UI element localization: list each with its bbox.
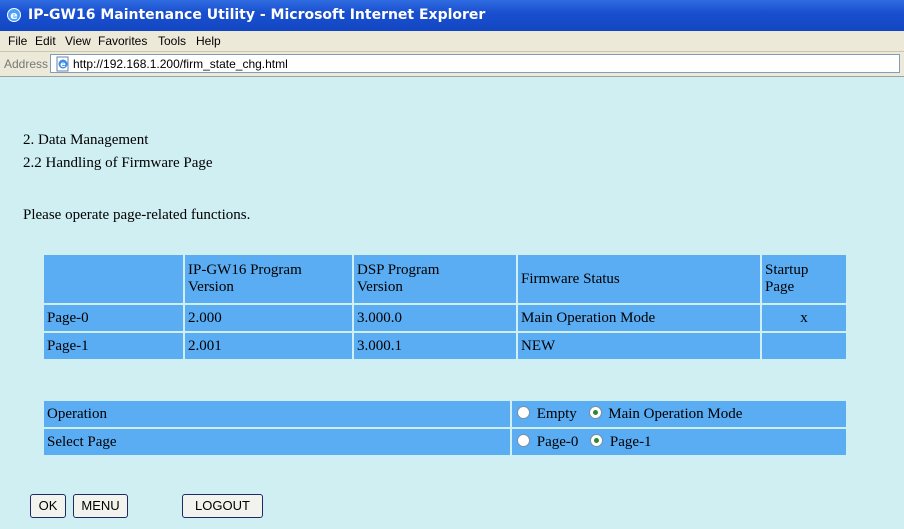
table-header-row: IP-GW16 Program Version DSP Program Versio… bbox=[44, 255, 846, 303]
menu-edit[interactable]: Edit bbox=[35, 34, 56, 48]
address-url: http://192.168.1.200/firm_state_chg.html bbox=[73, 57, 288, 71]
page-content: 2. Data Management 2.2 Handling of Firmw… bbox=[0, 77, 904, 529]
row-page-label: Page-0 bbox=[44, 305, 183, 331]
radio-page-0[interactable] bbox=[517, 433, 530, 447]
operation-options: Empty Main Operation Mode bbox=[512, 401, 846, 427]
table-row: Page-0 2.000 3.000.0 Main Operation Mode… bbox=[44, 305, 846, 331]
logout-button[interactable]: LOGOUT bbox=[182, 494, 263, 518]
radio-page-1[interactable] bbox=[590, 433, 604, 447]
row-dsp-version: 3.000.1 bbox=[354, 333, 516, 359]
menu-view[interactable]: View bbox=[65, 34, 91, 48]
operation-table: Operation Empty Main Operation Mode Sele… bbox=[42, 399, 848, 457]
operation-row: Operation Empty Main Operation Mode bbox=[44, 401, 846, 427]
radio-main-operation-mode[interactable] bbox=[588, 405, 602, 419]
row-program-version: 2.000 bbox=[185, 305, 352, 331]
menu-tools[interactable]: Tools bbox=[158, 34, 186, 48]
operation-label: Operation bbox=[44, 401, 510, 427]
select-page-options: Page-0 Page-1 bbox=[512, 429, 846, 455]
row-firmware-status: NEW bbox=[518, 333, 760, 359]
radio-main-operation-mode-label: Main Operation Mode bbox=[608, 405, 743, 422]
radio-page-1-label: Page-1 bbox=[609, 433, 652, 450]
row-startup-mark: x bbox=[762, 305, 846, 331]
menu-bar: File Edit View Favorites Tools Help bbox=[0, 31, 904, 52]
address-label: Address bbox=[4, 57, 49, 71]
header-dsp-version: DSP Program Version bbox=[354, 255, 516, 303]
address-bar: Address e http://192.168.1.200/firm_stat… bbox=[0, 52, 904, 77]
radio-empty-label: Empty bbox=[536, 405, 577, 422]
select-page-row: Select Page Page-0 Page-1 bbox=[44, 429, 846, 455]
menu-favorites[interactable]: Favorites bbox=[98, 34, 147, 48]
radio-empty[interactable] bbox=[517, 405, 530, 419]
menu-file[interactable]: File bbox=[8, 34, 27, 48]
address-input[interactable]: e http://192.168.1.200/firm_state_chg.ht… bbox=[50, 54, 900, 73]
header-startup-page: Startup Page bbox=[762, 255, 846, 303]
row-firmware-status: Main Operation Mode bbox=[518, 305, 760, 331]
header-page bbox=[44, 255, 183, 303]
header-program-version: IP-GW16 Program Version bbox=[185, 255, 352, 303]
menu-button[interactable]: MENU bbox=[73, 494, 128, 518]
ok-button[interactable]: OK bbox=[30, 494, 66, 518]
row-dsp-version: 3.000.0 bbox=[354, 305, 516, 331]
svg-text:e: e bbox=[10, 9, 17, 22]
row-page-label: Page-1 bbox=[44, 333, 183, 359]
header-firmware-status: Firmware Status bbox=[518, 255, 760, 303]
firmware-table: IP-GW16 Program Version DSP Program Versio… bbox=[42, 253, 848, 361]
row-program-version: 2.001 bbox=[185, 333, 352, 359]
window-titlebar: e IP-GW16 Maintenance Utility - Microsof… bbox=[0, 0, 904, 31]
internet-explorer-icon: e bbox=[7, 8, 21, 22]
select-page-label: Select Page bbox=[44, 429, 510, 455]
menu-help[interactable]: Help bbox=[196, 34, 221, 48]
window-title: IP-GW16 Maintenance Utility - Microsoft … bbox=[28, 7, 486, 23]
web-page-icon: e bbox=[56, 56, 69, 72]
svg-text:e: e bbox=[60, 60, 66, 69]
radio-page-0-label: Page-0 bbox=[536, 433, 579, 450]
section-heading: 2. Data Management bbox=[23, 132, 149, 148]
instruction-text: Please operate page-related functions. bbox=[23, 207, 251, 223]
table-row: Page-1 2.001 3.000.1 NEW bbox=[44, 333, 846, 359]
row-startup-mark bbox=[762, 333, 846, 359]
subsection-heading: 2.2 Handling of Firmware Page bbox=[23, 155, 213, 171]
